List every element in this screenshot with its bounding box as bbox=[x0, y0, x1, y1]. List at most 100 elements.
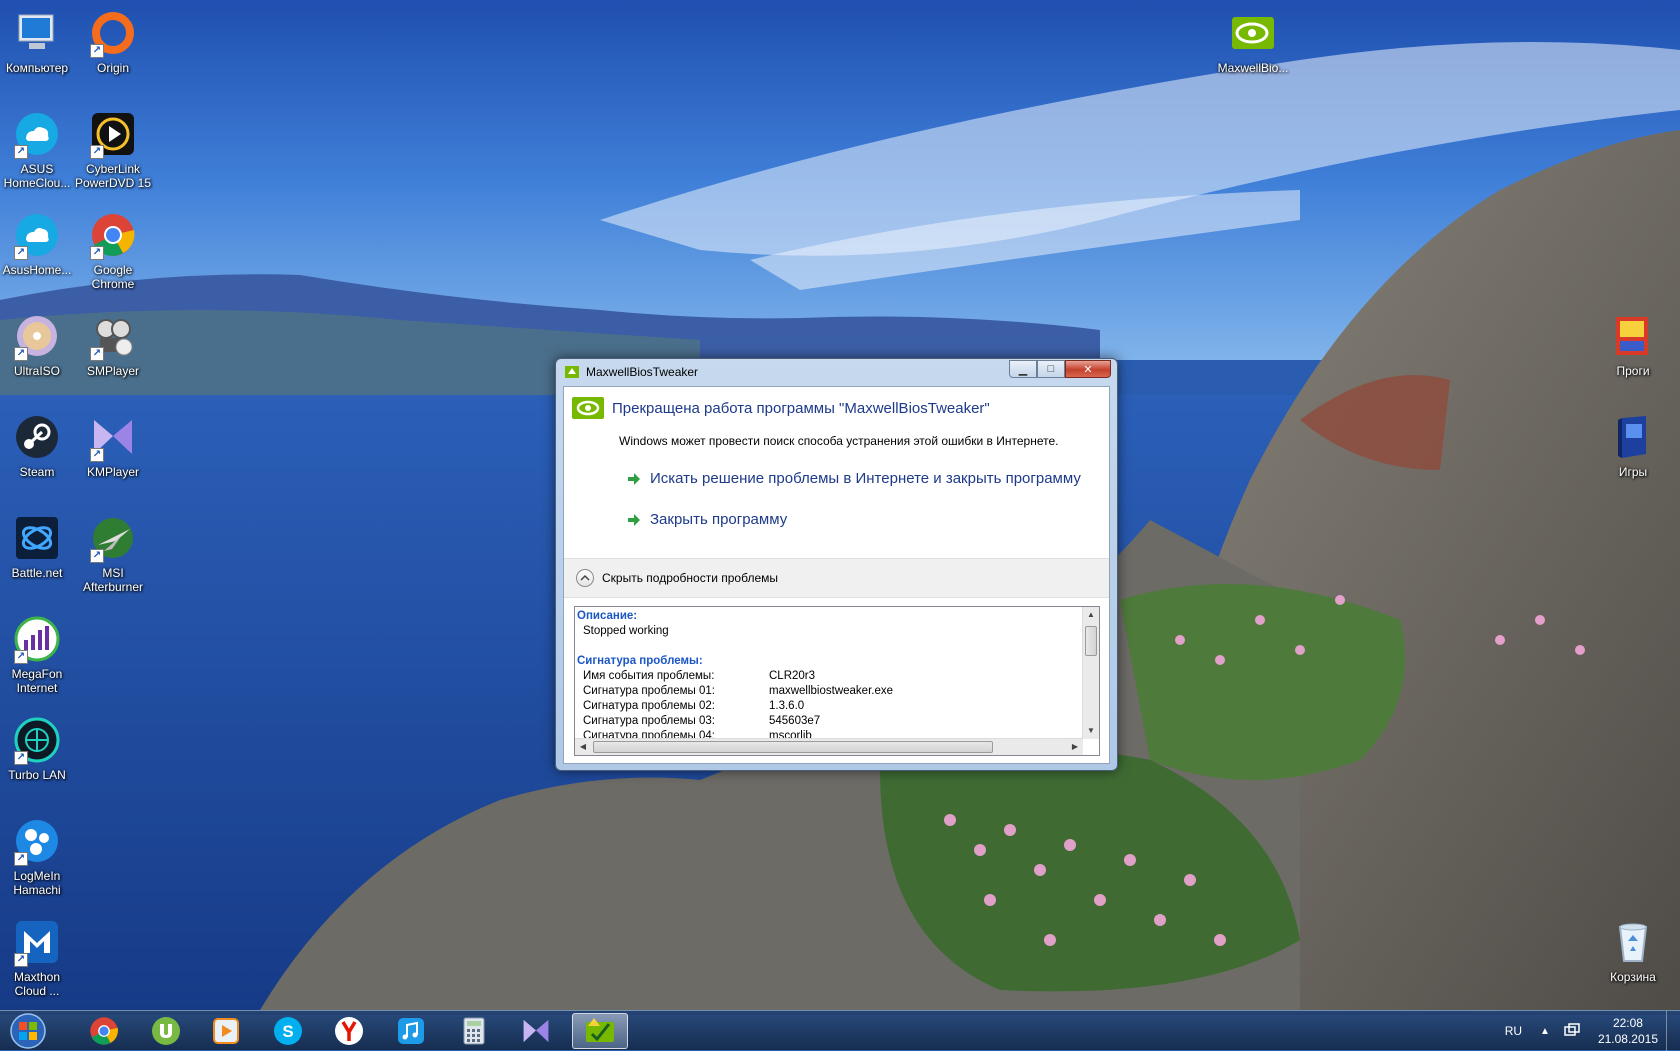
close-program-link[interactable]: Закрыть программу bbox=[626, 511, 787, 528]
desktop-icon-label: Google Chrome bbox=[91, 263, 135, 291]
network-icon[interactable] bbox=[1564, 1022, 1580, 1040]
desktop-icon-progi[interactable]: Проги bbox=[1591, 305, 1675, 401]
desktop-icon-chrome[interactable]: ↗ Google Chrome bbox=[71, 204, 155, 300]
problem-details-box[interactable]: Описание: Stopped working Сигнатура проб… bbox=[574, 606, 1100, 756]
taskbar-maxwellbiostweaker[interactable] bbox=[572, 1013, 628, 1049]
search-solution-label: Искать решение проблемы в Интернете и за… bbox=[650, 470, 1081, 487]
desktop-icon-battlenet[interactable]: Battle.net bbox=[0, 507, 79, 603]
search-solution-link[interactable]: Искать решение проблемы в Интернете и за… bbox=[626, 470, 1081, 487]
chrome-icon: ↗ bbox=[88, 210, 138, 260]
taskbar-chrome[interactable] bbox=[76, 1013, 132, 1049]
details-toggle[interactable]: Скрыть подробности проблемы bbox=[564, 558, 1109, 598]
chrome-icon bbox=[90, 1017, 118, 1045]
horizontal-scrollbar[interactable]: ◀ ▶ bbox=[575, 738, 1083, 755]
app-icon bbox=[565, 366, 579, 378]
description-text: Stopped working bbox=[583, 625, 669, 637]
desktop-icon-computer[interactable]: Компьютер bbox=[0, 2, 79, 98]
desktop-icon-asushome[interactable]: ↗ AsusHome... bbox=[0, 204, 79, 300]
details-row: Сигнатура проблемы 02: 1.3.6.0 bbox=[583, 700, 805, 712]
chevron-up-icon[interactable] bbox=[576, 569, 594, 587]
tray-expand-icon[interactable]: ▲ bbox=[1540, 1026, 1550, 1037]
clock[interactable]: 22:08 21.08.2015 bbox=[1598, 1015, 1658, 1047]
desktop-icon-kmplayer[interactable]: ↗ KMPlayer bbox=[71, 406, 155, 502]
desktop-icon-turbo-lan[interactable]: ↗ Turbo LAN bbox=[0, 709, 79, 805]
taskbar-utorrent[interactable] bbox=[138, 1013, 194, 1049]
desktop-icon-label: Корзина bbox=[1610, 970, 1656, 984]
show-desktop-button[interactable] bbox=[1666, 1011, 1680, 1051]
shortcut-arrow-icon: ↗ bbox=[90, 549, 104, 563]
battlenet-icon bbox=[12, 513, 62, 563]
maxthon-icon: ↗ bbox=[12, 917, 62, 967]
calculator-icon bbox=[463, 1017, 485, 1045]
origin-icon: ↗ bbox=[88, 8, 138, 58]
window-controls: ▁ □ ✕ bbox=[1009, 360, 1111, 378]
desktop-icon-ultraiso[interactable]: ↗ UltraISO bbox=[0, 305, 79, 401]
desktop-icon-igry[interactable]: Игры bbox=[1591, 406, 1675, 502]
taskbar-skype[interactable]: S bbox=[260, 1013, 316, 1049]
shortcut-arrow-icon: ↗ bbox=[90, 246, 104, 260]
minimize-button[interactable]: ▁ bbox=[1009, 360, 1037, 378]
signature-title: Сигнатура проблемы: bbox=[577, 655, 703, 667]
error-dialog: MaxwellBiosTweaker ▁ □ ✕ Прекращена рабо… bbox=[555, 358, 1118, 771]
desktop-icon-smplayer[interactable]: ↗ SMPlayer bbox=[71, 305, 155, 401]
shortcut-arrow-icon: ↗ bbox=[14, 246, 28, 260]
desktop-icon-label: MSI Afterburner bbox=[82, 566, 144, 594]
scroll-thumb[interactable] bbox=[593, 741, 993, 753]
close-button[interactable]: ✕ bbox=[1065, 360, 1111, 378]
taskbar-itunes[interactable] bbox=[383, 1013, 439, 1049]
details-row: Сигнатура проблемы 01: maxwellbiostweaker… bbox=[583, 685, 894, 697]
scroll-down-icon[interactable]: ▼ bbox=[1083, 723, 1099, 739]
desktop-icon-asus-homecloud[interactable]: ↗ ASUS HomeClou... bbox=[0, 103, 79, 199]
description-title: Описание: bbox=[577, 610, 638, 622]
desktop-icon-label: CyberLink PowerDVD 15 bbox=[74, 162, 152, 190]
scroll-right-icon[interactable]: ▶ bbox=[1067, 739, 1083, 755]
taskbar-yandex[interactable] bbox=[321, 1013, 377, 1049]
kmplayer-icon bbox=[523, 1019, 549, 1043]
desktop-icon-steam[interactable]: Steam bbox=[0, 406, 79, 502]
dialog-title: MaxwellBiosTweaker bbox=[586, 365, 699, 379]
scroll-thumb[interactable] bbox=[1085, 626, 1097, 656]
media-player-icon bbox=[213, 1018, 239, 1044]
desktop-icon-powerdvd[interactable]: ↗ CyberLink PowerDVD 15 bbox=[71, 103, 155, 199]
desktop-icon-label: KMPlayer bbox=[86, 465, 139, 479]
dialog-titlebar[interactable]: MaxwellBiosTweaker ▁ □ ✕ bbox=[556, 359, 1117, 385]
maximize-icon: □ bbox=[1047, 363, 1055, 375]
shortcut-arrow-icon: ↗ bbox=[14, 145, 28, 159]
desktop-icon-label: MaxwellBio... bbox=[1217, 61, 1289, 75]
shortcut-arrow-icon: ↗ bbox=[90, 347, 104, 361]
desktop-icon-maxwellbiostweaker[interactable]: MaxwellBio... bbox=[1211, 2, 1295, 98]
shortcut-arrow-icon: ↗ bbox=[14, 347, 28, 361]
desktop-icon-msi-afterburner[interactable]: ↗ MSI Afterburner bbox=[71, 507, 155, 603]
desktop-icon-hamachi[interactable]: ↗ LogMeIn Hamachi bbox=[0, 810, 79, 906]
shortcut-arrow-icon: ↗ bbox=[14, 953, 28, 967]
heading-row: Прекращена работа программы "MaxwellBios… bbox=[572, 396, 990, 420]
nvidia-icon bbox=[572, 397, 604, 419]
desktop-icon-maxthon[interactable]: ↗ Maxthon Cloud ... bbox=[0, 911, 79, 1007]
cloud-icon: ↗ bbox=[12, 210, 62, 260]
desktop-icon-megafon[interactable]: ↗ MegaFon Internet bbox=[0, 608, 79, 704]
taskbar-calculator[interactable] bbox=[446, 1013, 502, 1049]
start-button[interactable] bbox=[2, 1012, 54, 1050]
desktop-icon-label: Maxthon Cloud ... bbox=[13, 970, 61, 998]
desktop-icon-origin[interactable]: ↗ Origin bbox=[71, 2, 155, 98]
windows-logo-icon bbox=[10, 1013, 46, 1049]
minimize-icon: ▁ bbox=[1018, 363, 1028, 376]
scroll-up-icon[interactable]: ▲ bbox=[1083, 607, 1099, 623]
taskbar-kmplayer[interactable] bbox=[508, 1013, 564, 1049]
vertical-scrollbar[interactable]: ▲ ▼ bbox=[1082, 607, 1099, 739]
taskbar-media-player[interactable] bbox=[198, 1013, 254, 1049]
desktop-icon-recycle-bin[interactable]: Корзина bbox=[1591, 911, 1675, 1007]
shortcut-arrow-icon: ↗ bbox=[14, 650, 28, 664]
maximize-button[interactable]: □ bbox=[1037, 360, 1065, 378]
dialog-subtext: Windows может провести поиск способа уст… bbox=[619, 434, 1059, 448]
kmplayer-icon: ↗ bbox=[88, 412, 138, 462]
desktop-icon-label: AsusHome... bbox=[2, 263, 72, 277]
close-program-label: Закрыть программу bbox=[650, 511, 788, 528]
desktop-icon-label: Steam bbox=[19, 465, 55, 479]
scroll-left-icon[interactable]: ◀ bbox=[575, 739, 591, 755]
language-indicator[interactable]: RU bbox=[1505, 1024, 1522, 1038]
book-icon bbox=[1608, 412, 1658, 462]
shortcut-arrow-icon: ↗ bbox=[14, 852, 28, 866]
shortcut-arrow-icon: ↗ bbox=[90, 145, 104, 159]
svg-text:S: S bbox=[282, 1022, 293, 1041]
